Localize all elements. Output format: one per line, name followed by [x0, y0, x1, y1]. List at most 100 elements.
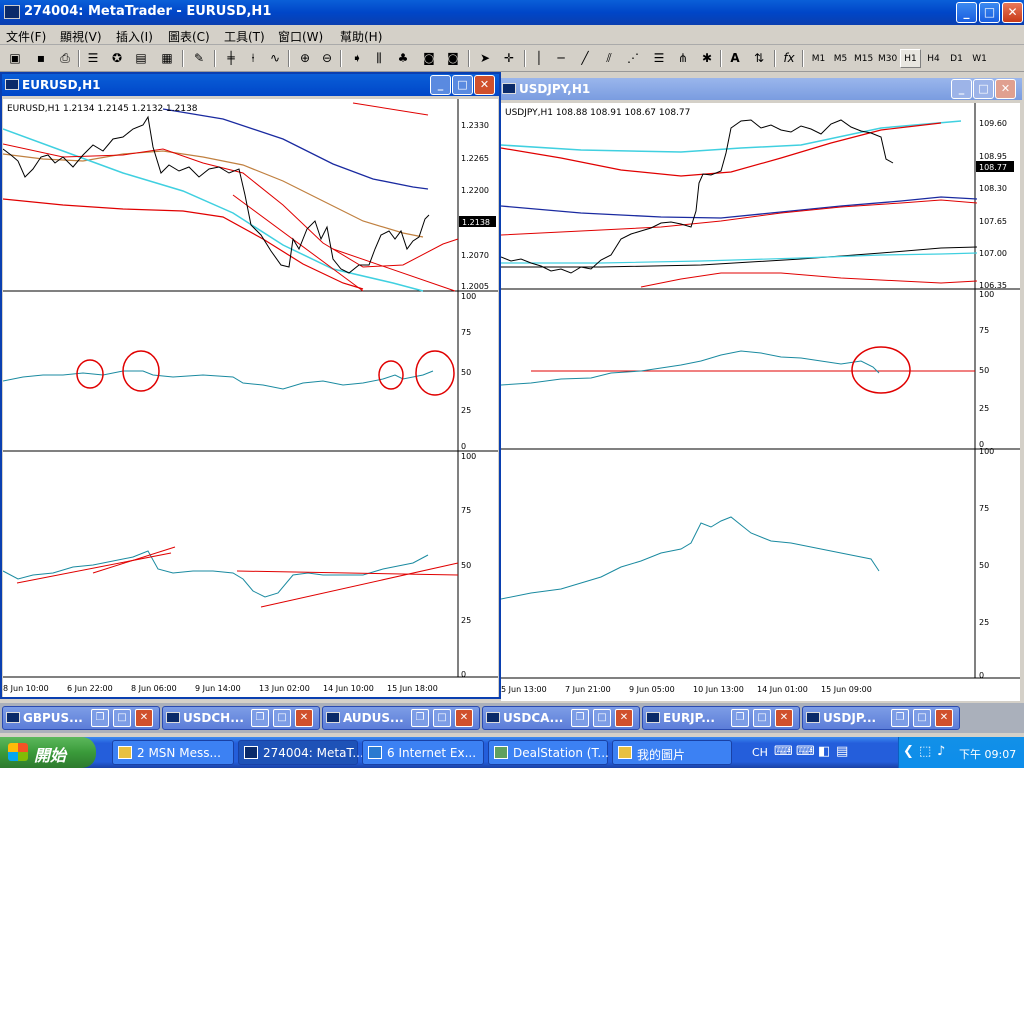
autoscroll-icon[interactable]: ➧	[348, 49, 366, 68]
taskbar-msn[interactable]: 2 MSN Mess...	[112, 740, 234, 765]
trendline-icon[interactable]: ╱	[576, 49, 594, 68]
eurusd-window-titlebar[interactable]: EURUSD,H1 _ □ ✕	[2, 74, 499, 96]
tf-m15[interactable]: M15	[853, 49, 874, 68]
navigator-icon[interactable]: ✪	[108, 49, 126, 68]
maximize-icon[interactable]: □	[753, 709, 771, 727]
tf-m5[interactable]: M5	[830, 49, 851, 68]
maximize-icon[interactable]: □	[433, 709, 451, 727]
close-icon[interactable]: ✕	[935, 709, 953, 727]
gann-fan-icon[interactable]: ✱	[698, 49, 716, 68]
tf-h4[interactable]: H4	[923, 49, 944, 68]
language-indicator[interactable]: CH	[752, 746, 768, 759]
restore-icon[interactable]: ❐	[251, 709, 269, 727]
eurusd-close-button[interactable]: ✕	[474, 75, 495, 95]
gann-icon[interactable]: ⋰	[624, 49, 642, 68]
chart-window-icon	[5, 79, 19, 90]
minimized-window-eurjpy[interactable]: EURJP... ❐ □ ✕	[642, 706, 800, 730]
taskbar-my-pictures[interactable]: 我的圖片	[612, 740, 732, 765]
close-icon[interactable]: ✕	[615, 709, 633, 727]
ime-punct-icon[interactable]: ▤	[836, 744, 848, 759]
eurusd-minimize-button[interactable]: _	[430, 75, 451, 95]
horizontal-line-icon[interactable]: ─	[552, 49, 570, 68]
volume-icon[interactable]: ♪	[937, 744, 945, 759]
minimized-window-usdjpy[interactable]: USDJP... ❐ □ ✕	[802, 706, 960, 730]
tf-m30[interactable]: M30	[877, 49, 898, 68]
channel-icon[interactable]: ⫽	[600, 49, 618, 68]
usdjpy-window-titlebar[interactable]: USDJPY,H1 _ □ ✕	[499, 78, 1022, 100]
tf-w1[interactable]: W1	[969, 49, 990, 68]
menu-insert[interactable]: 插入(I)	[116, 28, 153, 45]
restore-icon[interactable]: ❐	[91, 709, 109, 727]
indicators-icon[interactable]: ♣	[394, 49, 412, 68]
bar-chart-icon[interactable]: ╪	[222, 49, 240, 68]
network-icon[interactable]: ⬚	[919, 744, 931, 759]
menu-charts[interactable]: 圖表(C)	[168, 28, 210, 45]
new-chart-icon[interactable]: ▣	[6, 49, 24, 68]
eurusd-maximize-button[interactable]: □	[452, 75, 473, 95]
close-icon[interactable]: ✕	[455, 709, 473, 727]
menu-file[interactable]: 文件(F)	[6, 28, 46, 45]
minimized-window-gbpusd[interactable]: GBPUS... ❐ □ ✕	[2, 706, 160, 730]
maximize-icon[interactable]: □	[273, 709, 291, 727]
minimized-window-usdchf[interactable]: USDCH... ❐ □ ✕	[162, 706, 320, 730]
candles-icon[interactable]: ⍿	[244, 49, 262, 68]
periods-icon[interactable]: ◙	[420, 49, 438, 68]
close-icon[interactable]: ✕	[775, 709, 793, 727]
close-icon[interactable]: ✕	[135, 709, 153, 727]
tf-d1[interactable]: D1	[946, 49, 967, 68]
cursor-icon[interactable]: ➤	[476, 49, 494, 68]
zoom-out-icon[interactable]: ⊖	[318, 49, 336, 68]
tf-h1[interactable]: H1	[900, 49, 921, 68]
fibonacci-icon[interactable]: ☰	[650, 49, 668, 68]
restore-icon[interactable]: ❐	[731, 709, 749, 727]
tray-expand-icon[interactable]: ❮	[903, 744, 914, 759]
save-icon[interactable]: ▪	[32, 49, 50, 68]
chart-shift-icon[interactable]: ⫼	[370, 49, 388, 68]
market-watch-icon[interactable]: ☰	[84, 49, 102, 68]
ime-mode-icon[interactable]: ⌨	[796, 744, 815, 759]
restore-icon[interactable]: ❐	[411, 709, 429, 727]
crosshair-icon[interactable]: ✛	[500, 49, 518, 68]
usdjpy-minimize-button[interactable]: _	[951, 79, 972, 99]
eurusd-chart-area[interactable]: EURUSD,H1 1.2134 1.2145 1.2132 1.2138 1.…	[3, 99, 498, 697]
arrow-icon[interactable]: ⇅	[750, 49, 768, 68]
restore-icon[interactable]: ❐	[891, 709, 909, 727]
start-button[interactable]: 開始	[0, 737, 96, 768]
app-titlebar[interactable]: 274004: MetaTrader - EURUSD,H1 _ □ ✕	[0, 0, 1024, 25]
vertical-line-icon[interactable]: │	[530, 49, 548, 68]
close-icon[interactable]: ✕	[295, 709, 313, 727]
text-icon[interactable]: A	[726, 49, 744, 68]
menu-help[interactable]: 幫助(H)	[340, 28, 382, 45]
andrews-icon[interactable]: ⋔	[674, 49, 692, 68]
clock[interactable]: 下午 09:07	[959, 746, 1016, 762]
usdjpy-close-button[interactable]: ✕	[995, 79, 1016, 99]
minimize-button[interactable]: _	[956, 2, 977, 23]
minimized-window-usdcad[interactable]: USDCA... ❐ □ ✕	[482, 706, 640, 730]
ime-width-icon[interactable]: ◧	[818, 744, 830, 759]
terminal-icon[interactable]: ▤	[132, 49, 150, 68]
close-button[interactable]: ✕	[1002, 2, 1023, 23]
maximize-icon[interactable]: □	[913, 709, 931, 727]
maximize-icon[interactable]: □	[593, 709, 611, 727]
usdjpy-maximize-button[interactable]: □	[973, 79, 994, 99]
ime-icon[interactable]: ⌨	[774, 744, 793, 759]
templates-icon[interactable]: ◙	[444, 49, 462, 68]
autotrading-icon[interactable]: ✎	[190, 49, 208, 68]
menu-view[interactable]: 顯視(V)	[60, 28, 102, 45]
menu-window[interactable]: 窗口(W)	[278, 28, 323, 45]
menu-tools[interactable]: 工具(T)	[224, 28, 265, 45]
taskbar-dealstation[interactable]: DealStation (T...	[488, 740, 609, 765]
tester-icon[interactable]: ▦	[158, 49, 176, 68]
maximize-button[interactable]: □	[979, 2, 1000, 23]
function-icon[interactable]: fx	[780, 49, 798, 68]
zoom-in-icon[interactable]: ⊕	[296, 49, 314, 68]
minimized-window-audusd[interactable]: AUDUS... ❐ □ ✕	[322, 706, 480, 730]
taskbar-internet-explorer[interactable]: 6 Internet Ex...	[362, 740, 484, 765]
print-icon[interactable]: ⎙	[56, 49, 74, 68]
line-chart-icon[interactable]: ∿	[266, 49, 284, 68]
restore-icon[interactable]: ❐	[571, 709, 589, 727]
usdjpy-chart-area[interactable]: USDJPY,H1 108.88 108.91 108.67 108.77 10…	[501, 103, 1020, 701]
maximize-icon[interactable]: □	[113, 709, 131, 727]
taskbar-metatrader[interactable]: 274004: MetaT...	[238, 740, 364, 765]
tf-m1[interactable]: M1	[808, 49, 829, 68]
